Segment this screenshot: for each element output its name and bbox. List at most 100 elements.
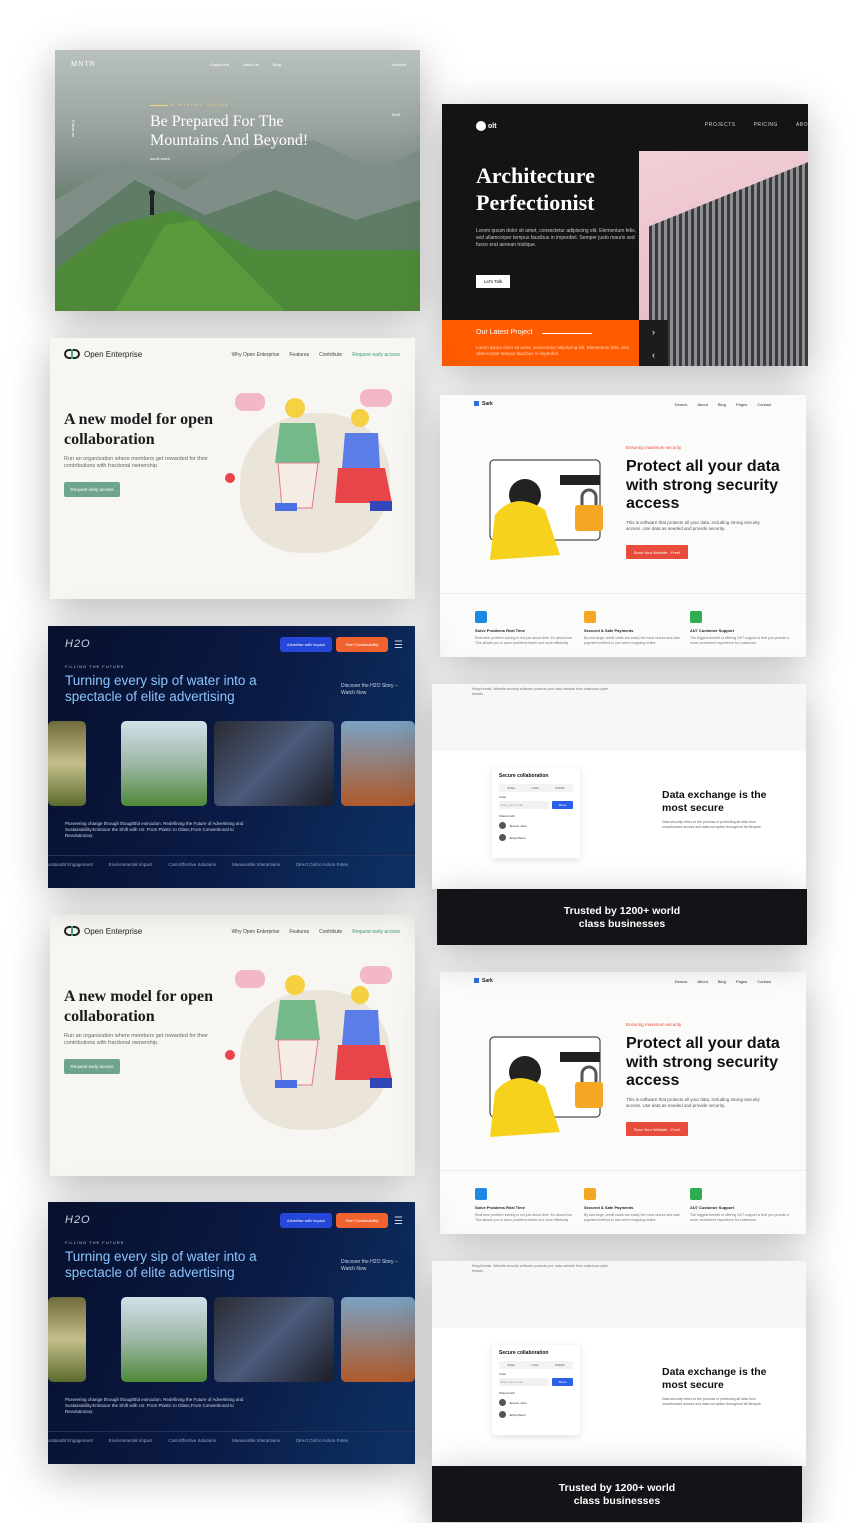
h2o-title: Turning every sip of water into a specta… xyxy=(65,673,257,704)
nav-about[interactable]: About xyxy=(697,979,707,984)
feature-ticker: ustainabl Engagement Environmental Impac… xyxy=(48,862,415,867)
hamburger-menu-icon[interactable]: ☰ xyxy=(394,1216,403,1227)
trusted-text: Trusted by 1200+ world class businesses xyxy=(432,1482,802,1508)
card-tabs: Share Links Publish xyxy=(499,784,573,792)
nav-why[interactable]: Why Open Enterprise xyxy=(232,352,280,358)
request-access-button[interactable]: Request early access xyxy=(64,482,120,497)
nav-contribute[interactable]: Contribute xyxy=(319,352,342,358)
sark-logo[interactable]: Sark xyxy=(474,401,493,407)
avatar xyxy=(499,1411,506,1418)
sark-preview-copy: Sark Demos About Blog Pages Contact Ensu… xyxy=(440,972,806,1234)
watch-story-link[interactable]: Discover the H2O Story – Watch Now xyxy=(341,683,401,696)
bottles-photo xyxy=(121,1297,207,1382)
bottle-photo xyxy=(48,1297,86,1382)
sark-logo[interactable]: Sark xyxy=(474,978,493,984)
nav-demos[interactable]: Demos xyxy=(675,402,688,407)
building-shape xyxy=(649,151,808,366)
share-button[interactable]: Share xyxy=(552,1378,573,1386)
card-tabs: Share Links Publish xyxy=(499,1361,573,1369)
watch-story-link[interactable]: Discover the H2O Story – Watch Now xyxy=(341,1259,401,1272)
ticker-item: Environmental Impact xyxy=(108,1438,153,1443)
share-button[interactable]: Share xyxy=(552,801,573,809)
mntn-eyebrow: A HIKING GUIDE xyxy=(171,102,231,107)
advertise-button[interactable]: Advertise with Impact xyxy=(280,1213,332,1228)
nav-request-access[interactable]: Request early access xyxy=(352,352,400,358)
tab-links[interactable]: Links xyxy=(532,786,539,790)
nav-pages[interactable]: Pages xyxy=(736,979,747,984)
invite-email-input[interactable]: Enter your email xyxy=(499,801,549,809)
trusted-text: Trusted by 1200+ world class businesses xyxy=(437,905,807,931)
mntn-logo[interactable]: MNTN xyxy=(71,60,96,68)
nav-pricing[interactable]: PRICING xyxy=(754,122,778,128)
sustainability-button[interactable]: Start Sustainability xyxy=(336,637,388,652)
latest-project-panel[interactable]: Our Latest Project Lorem ipsum dolor sit… xyxy=(442,320,639,366)
mntn-preview: MNTN Equipment About us Blog Account A H… xyxy=(55,50,420,311)
nav-projects[interactable]: PROJECTS xyxy=(705,122,736,128)
nav-about[interactable]: ABO xyxy=(796,122,808,128)
h2o-logo[interactable]: H2O xyxy=(65,1214,91,1226)
nav-contribute[interactable]: Contribute xyxy=(319,929,342,935)
arch-title-line2: Perfectionist xyxy=(476,190,595,215)
nav-features[interactable]: Features xyxy=(289,352,309,358)
tab-links[interactable]: Links xyxy=(532,1363,539,1367)
mntn-title: Be Prepared For The Mountains And Beyond… xyxy=(150,113,309,149)
oe-logo-icon xyxy=(64,926,80,936)
tab-share[interactable]: Share xyxy=(507,1363,515,1367)
feature-realtime: Solve Problems Real Time Real-time proble… xyxy=(475,611,575,646)
nav-demos[interactable]: Demos xyxy=(675,979,688,984)
start-link[interactable]: Start xyxy=(392,112,400,117)
nav-about[interactable]: About us xyxy=(243,62,259,67)
invite-email-input[interactable]: Enter your email xyxy=(499,1378,549,1386)
nav-about[interactable]: About xyxy=(697,402,707,407)
mntn-nav: Equipment About us Blog xyxy=(210,62,281,67)
chevron-left-icon[interactable]: ‹ xyxy=(652,350,655,360)
h2o-preview: H2O Advertise with Impact Start Sustaina… xyxy=(48,626,415,888)
hamburger-menu-icon[interactable]: ☰ xyxy=(394,640,403,651)
lock-icon xyxy=(584,611,596,623)
shared-user: Jaliya Marco xyxy=(499,1411,526,1418)
ticker-item: Cost-Effective Solutions xyxy=(168,1438,217,1443)
sustainability-button[interactable]: Start Sustainability xyxy=(336,1213,388,1228)
arch-title-line1: Architecture xyxy=(476,163,595,188)
user-name: Jaliya Marco xyxy=(509,1412,526,1417)
scan-website-button[interactable]: Scan Your Website - Free! xyxy=(626,545,688,559)
nav-contact[interactable]: Contact xyxy=(757,402,771,407)
oe-logo[interactable]: Open Enterprise xyxy=(64,349,142,359)
feature-desc: Real-time problem solving is not just ab… xyxy=(475,636,573,645)
account-link[interactable]: Account xyxy=(392,62,406,67)
feature-title: Secured & Safe Payments xyxy=(584,628,634,633)
sark-title: Protect all your data with strong securi… xyxy=(626,458,780,512)
avatar xyxy=(499,1399,506,1406)
sark-preview: Sark Demos About Blog Pages Contact Ensu… xyxy=(440,395,806,657)
scan-website-button[interactable]: Scan Your Website - Free! xyxy=(626,1122,688,1136)
nav-why[interactable]: Why Open Enterprise xyxy=(232,929,280,935)
arch-logo[interactable]: olt xyxy=(476,121,497,131)
tab-publish[interactable]: Publish xyxy=(555,1363,565,1367)
data-exchange-title: Data exchange is the most secure xyxy=(662,789,767,814)
nav-blog[interactable]: Blog xyxy=(273,62,281,67)
sark-title: Protect all your data with strong securi… xyxy=(626,1035,780,1089)
avatar xyxy=(499,834,506,841)
advertise-button[interactable]: Advertise with Impact xyxy=(280,637,332,652)
lets-talk-button[interactable]: Let's Talk xyxy=(476,275,510,288)
scroll-down-link[interactable]: scroll down xyxy=(150,156,170,161)
tab-share[interactable]: Share xyxy=(507,786,515,790)
h2o-logo[interactable]: H2O xyxy=(65,638,91,650)
nav-request-access[interactable]: Request early access xyxy=(352,929,400,935)
feature-ticker: ustainabl Engagement Environmental Impac… xyxy=(48,1438,415,1443)
arch-title: Architecture Perfectionist xyxy=(476,162,595,216)
shared-with-label: Shared with xyxy=(499,814,515,818)
nav-blog[interactable]: Blog xyxy=(718,402,726,407)
nav-equipment[interactable]: Equipment xyxy=(210,62,229,67)
nav-features[interactable]: Features xyxy=(289,929,309,935)
request-access-button[interactable]: Request early access xyxy=(64,1059,120,1074)
tab-publish[interactable]: Publish xyxy=(555,786,565,790)
nav-pages[interactable]: Pages xyxy=(736,402,747,407)
oe-logo[interactable]: Open Enterprise xyxy=(64,926,142,936)
ticker-item: ustainabl Engagement xyxy=(48,862,93,867)
nav-blog[interactable]: Blog xyxy=(718,979,726,984)
nav-contact[interactable]: Contact xyxy=(757,979,771,984)
sark-nav: Demos About Blog Pages Contact xyxy=(675,979,771,984)
oe-logo-icon xyxy=(64,349,80,359)
chevron-right-icon[interactable]: › xyxy=(652,327,655,337)
